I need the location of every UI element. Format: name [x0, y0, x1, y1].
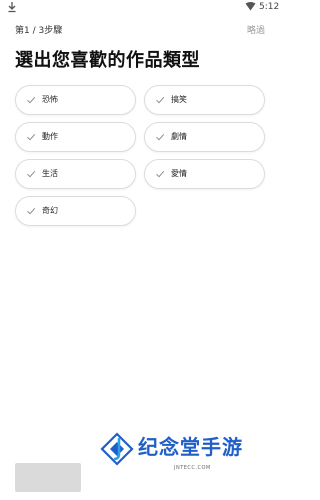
genre-chip-romance[interactable]: 愛情 — [144, 159, 265, 189]
check-icon — [156, 133, 165, 141]
check-icon — [156, 170, 165, 178]
genre-label: 生活 — [42, 169, 58, 178]
genre-chip-fantasy[interactable]: 奇幻 — [15, 196, 136, 226]
watermark-text: 纪念堂手游 — [138, 435, 243, 459]
watermark-url: JNTECC.COM — [174, 465, 211, 471]
genre-label: 奇幻 — [42, 206, 58, 215]
genre-chip-action[interactable]: 動作 — [15, 122, 136, 152]
status-time: 5:12 — [259, 2, 280, 12]
skip-button[interactable]: 略過 — [247, 25, 265, 37]
check-icon — [156, 96, 165, 104]
watermark-logo-icon — [100, 432, 134, 466]
genre-label: 搞笑 — [171, 95, 187, 104]
download-icon — [8, 2, 16, 13]
genre-label: 恐怖 — [42, 95, 58, 104]
wifi-icon — [245, 2, 256, 11]
check-icon — [27, 170, 36, 178]
watermark: 纪念堂手游 JNTECC.COM — [100, 430, 270, 496]
genre-label: 動作 — [42, 132, 58, 141]
next-button[interactable] — [15, 463, 81, 492]
status-bar: 5:12 — [0, 0, 281, 14]
genre-label: 愛情 — [171, 169, 187, 178]
genre-chip-horror[interactable]: 恐怖 — [15, 85, 136, 115]
genre-chip-life[interactable]: 生活 — [15, 159, 136, 189]
step-indicator: 第1 / 3步驟 — [15, 26, 63, 36]
check-icon — [27, 133, 36, 141]
genre-chip-drama[interactable]: 劇情 — [144, 122, 265, 152]
genre-chip-comedy[interactable]: 搞笑 — [144, 85, 265, 115]
check-icon — [27, 96, 36, 104]
genre-label: 劇情 — [171, 132, 187, 141]
page-title: 選出您喜歡的作品類型 — [15, 50, 200, 71]
check-icon — [27, 207, 36, 215]
